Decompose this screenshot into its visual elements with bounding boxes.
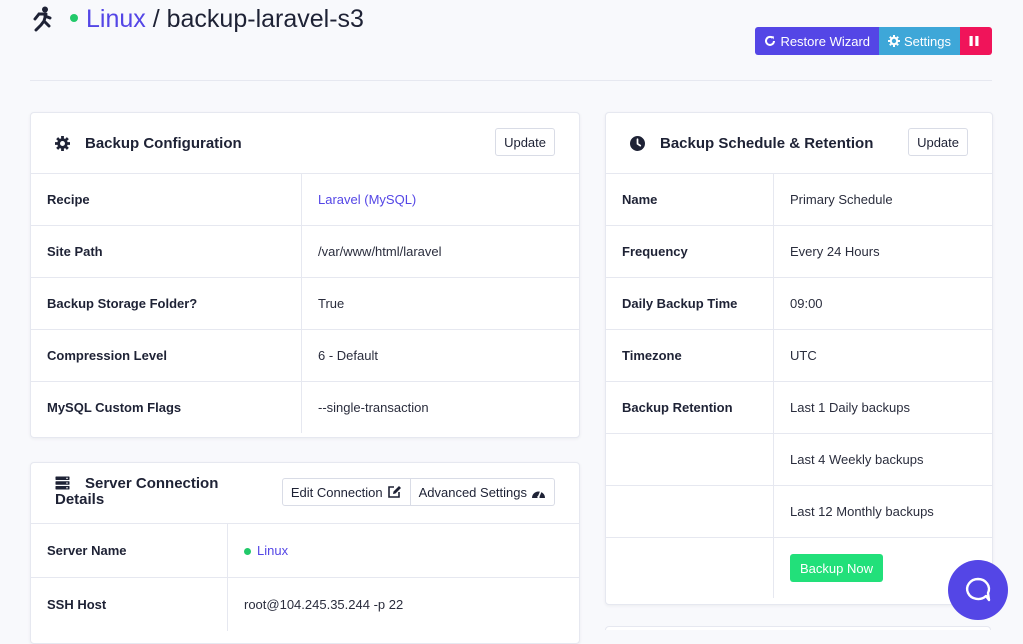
gauge-icon — [532, 490, 545, 498]
cog-icon — [55, 136, 70, 151]
row-label: Name — [606, 174, 774, 226]
backup-schedule-header: Backup Schedule & Retention Update — [606, 113, 992, 174]
next-card-edge — [605, 626, 991, 630]
backup-schedule-title: Backup Schedule & Retention — [660, 135, 874, 152]
table-row: Compression Level 6 - Default — [31, 329, 579, 382]
row-value: root@104.245.35.244 -p 22 — [227, 577, 579, 631]
table-row: Backup Now — [606, 537, 992, 598]
row-label: Timezone — [606, 329, 774, 382]
table-row: Site Path/var/www/html/laravel — [31, 225, 579, 278]
row-label: Daily Backup Time — [606, 277, 774, 330]
row-value: 09:00 — [773, 277, 992, 330]
backup-configuration-title: Backup Configuration — [85, 135, 242, 152]
backup-schedule-table: Name Primary Schedule Frequency Every 24 H… — [606, 174, 992, 598]
backup-schedule-update-button[interactable]: Update — [908, 128, 968, 156]
row-label: Frequency — [606, 225, 774, 278]
table-row: Last 4 Weekly backups — [606, 433, 992, 486]
page-header: Linux / backup-laravel-s3 Restore Wizard… — [30, 0, 992, 81]
server-connection-card: Server Connection Details Edit Connectio… — [30, 462, 580, 644]
advanced-settings-label: Advanced Settings — [418, 484, 527, 500]
row-label: MySQL Custom Flags — [31, 381, 302, 433]
row-label: Backup Storage Folder? — [31, 277, 302, 330]
row-label: Server Name — [31, 524, 228, 578]
status-dot-icon — [244, 548, 251, 555]
row-value: UTC — [773, 329, 992, 382]
server-name-value: Linux — [257, 543, 289, 558]
server-name-link[interactable]: Linux — [228, 524, 580, 578]
site-name: backup-laravel-s3 — [166, 5, 364, 33]
server-connection-title-line1: Server Connection — [85, 475, 219, 492]
row-label: SSH Host — [31, 577, 228, 631]
row-label: Recipe — [31, 174, 302, 226]
chat-icon — [965, 577, 991, 602]
row-label: Site Path — [31, 225, 302, 278]
server-connection-title-line2: Details — [55, 491, 105, 508]
server-connection-title: Server Connection Details — [55, 476, 235, 508]
edit-connection-label: Edit Connection — [290, 484, 383, 500]
table-row: Server Name Linux — [31, 524, 579, 578]
row-value: Last 1 Daily backups — [773, 381, 992, 434]
row-value: --single-transaction — [301, 381, 579, 433]
row-value: Every 24 Hours — [773, 225, 992, 278]
settings-button[interactable]: Settings — [879, 27, 960, 55]
edit-icon — [387, 486, 401, 498]
clock-icon — [630, 136, 645, 151]
settings-label: Settings — [904, 33, 951, 49]
row-value: Primary Schedule — [790, 192, 893, 207]
backup-configuration-card: Backup Configuration Update Recipe Larave… — [30, 112, 580, 438]
row-label: Backup Retention — [606, 381, 774, 434]
server-connection-actions: Edit Connection Advanced Settings — [281, 478, 555, 506]
advanced-settings-button[interactable]: Advanced Settings — [410, 478, 555, 506]
page-title: Linux / backup-laravel-s3 — [70, 5, 364, 34]
server-connection-table: Server Name Linux SSH Host root@104.245.35… — [31, 524, 579, 631]
row-label — [606, 433, 774, 486]
row-label — [606, 485, 774, 538]
pause-button[interactable] — [960, 27, 992, 55]
row-value: True — [301, 277, 579, 330]
restore-wizard-button[interactable]: Restore Wizard — [755, 27, 880, 55]
server-link[interactable]: Linux — [86, 5, 146, 33]
table-row: Backup Storage Folder? True — [31, 277, 579, 330]
runner-icon — [33, 6, 52, 32]
row-value: Last 4 Weekly backups — [773, 433, 992, 486]
backup-configuration-table: Recipe Laravel (MySQL) Site Path/var/www/… — [31, 174, 579, 433]
backup-schedule-card: Backup Schedule & Retention Update Name P… — [605, 112, 993, 605]
edit-connection-button[interactable]: Edit Connection — [281, 478, 411, 506]
gear-icon — [888, 35, 901, 47]
table-row: Backup Retention Last 1 Daily backups — [606, 381, 992, 434]
chat-launcher-button[interactable] — [948, 560, 1008, 620]
row-label — [606, 537, 774, 598]
restore-icon — [765, 35, 776, 46]
pause-icon — [969, 36, 979, 46]
row-value: 6 - Default — [301, 329, 579, 382]
row-value: Last 12 Monthly backups — [773, 485, 992, 538]
table-row: SSH Host root@104.245.35.244 -p 22 — [31, 577, 579, 631]
server-icon — [55, 476, 70, 490]
row-value: /var/www/html/laravel — [301, 225, 579, 278]
backup-configuration-header: Backup Configuration Update — [31, 113, 579, 174]
header-actions: Restore Wizard Settings — [755, 27, 992, 55]
status-dot-icon — [70, 14, 78, 23]
server-connection-header: Server Connection Details Edit Connectio… — [31, 463, 579, 524]
table-row: Name Primary Schedule — [606, 174, 992, 226]
table-row: MySQL Custom Flags --single-transaction — [31, 381, 579, 433]
table-row: Last 12 Monthly backups — [606, 485, 992, 538]
recipe-link[interactable]: Laravel (MySQL) — [302, 174, 580, 226]
table-row: Daily Backup Time 09:00 — [606, 277, 992, 330]
backup-configuration-update-button[interactable]: Update — [495, 128, 555, 156]
restore-wizard-label: Restore Wizard — [780, 33, 871, 49]
table-row: Frequency Every 24 Hours — [606, 225, 992, 278]
row-label: Compression Level — [31, 329, 302, 382]
backup-now-button[interactable]: Backup Now — [790, 554, 883, 582]
title-separator: / — [152, 5, 160, 33]
table-row: Timezone UTC — [606, 329, 992, 382]
table-row: Recipe Laravel (MySQL) — [31, 174, 579, 226]
